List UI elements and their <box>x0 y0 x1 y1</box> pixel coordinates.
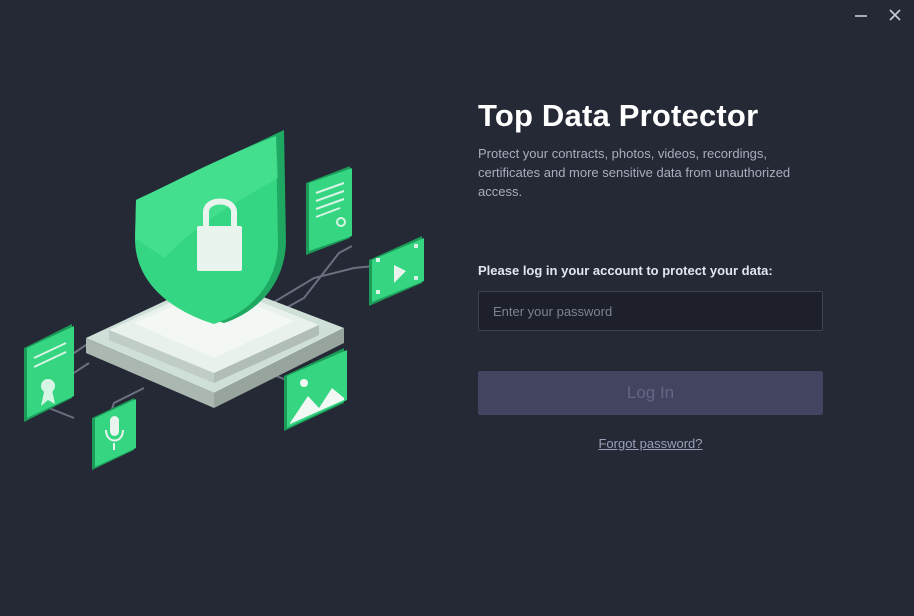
close-button[interactable] <box>880 4 910 26</box>
login-prompt: Please log in your account to protect yo… <box>478 263 773 278</box>
close-icon <box>889 9 901 21</box>
shield-lock-icon <box>135 130 286 324</box>
certificate-icon <box>24 324 74 422</box>
microphone-icon <box>92 398 136 470</box>
login-panel: Top Data Protector Protect your contract… <box>478 96 823 451</box>
minimize-icon <box>855 15 867 17</box>
document-icon <box>306 166 352 255</box>
password-input[interactable] <box>478 291 823 331</box>
app-window: Top Data Protector Protect your contract… <box>0 0 914 616</box>
data-protection-illustration <box>24 130 424 470</box>
minimize-button[interactable] <box>846 4 876 26</box>
app-description: Protect your contracts, photos, videos, … <box>478 146 791 199</box>
video-icon <box>369 236 424 306</box>
window-controls <box>846 4 910 26</box>
app-title: Top Data Protector <box>478 98 759 133</box>
forgot-password-link[interactable]: Forgot password? <box>478 436 823 451</box>
login-button[interactable]: Log In <box>478 371 823 415</box>
